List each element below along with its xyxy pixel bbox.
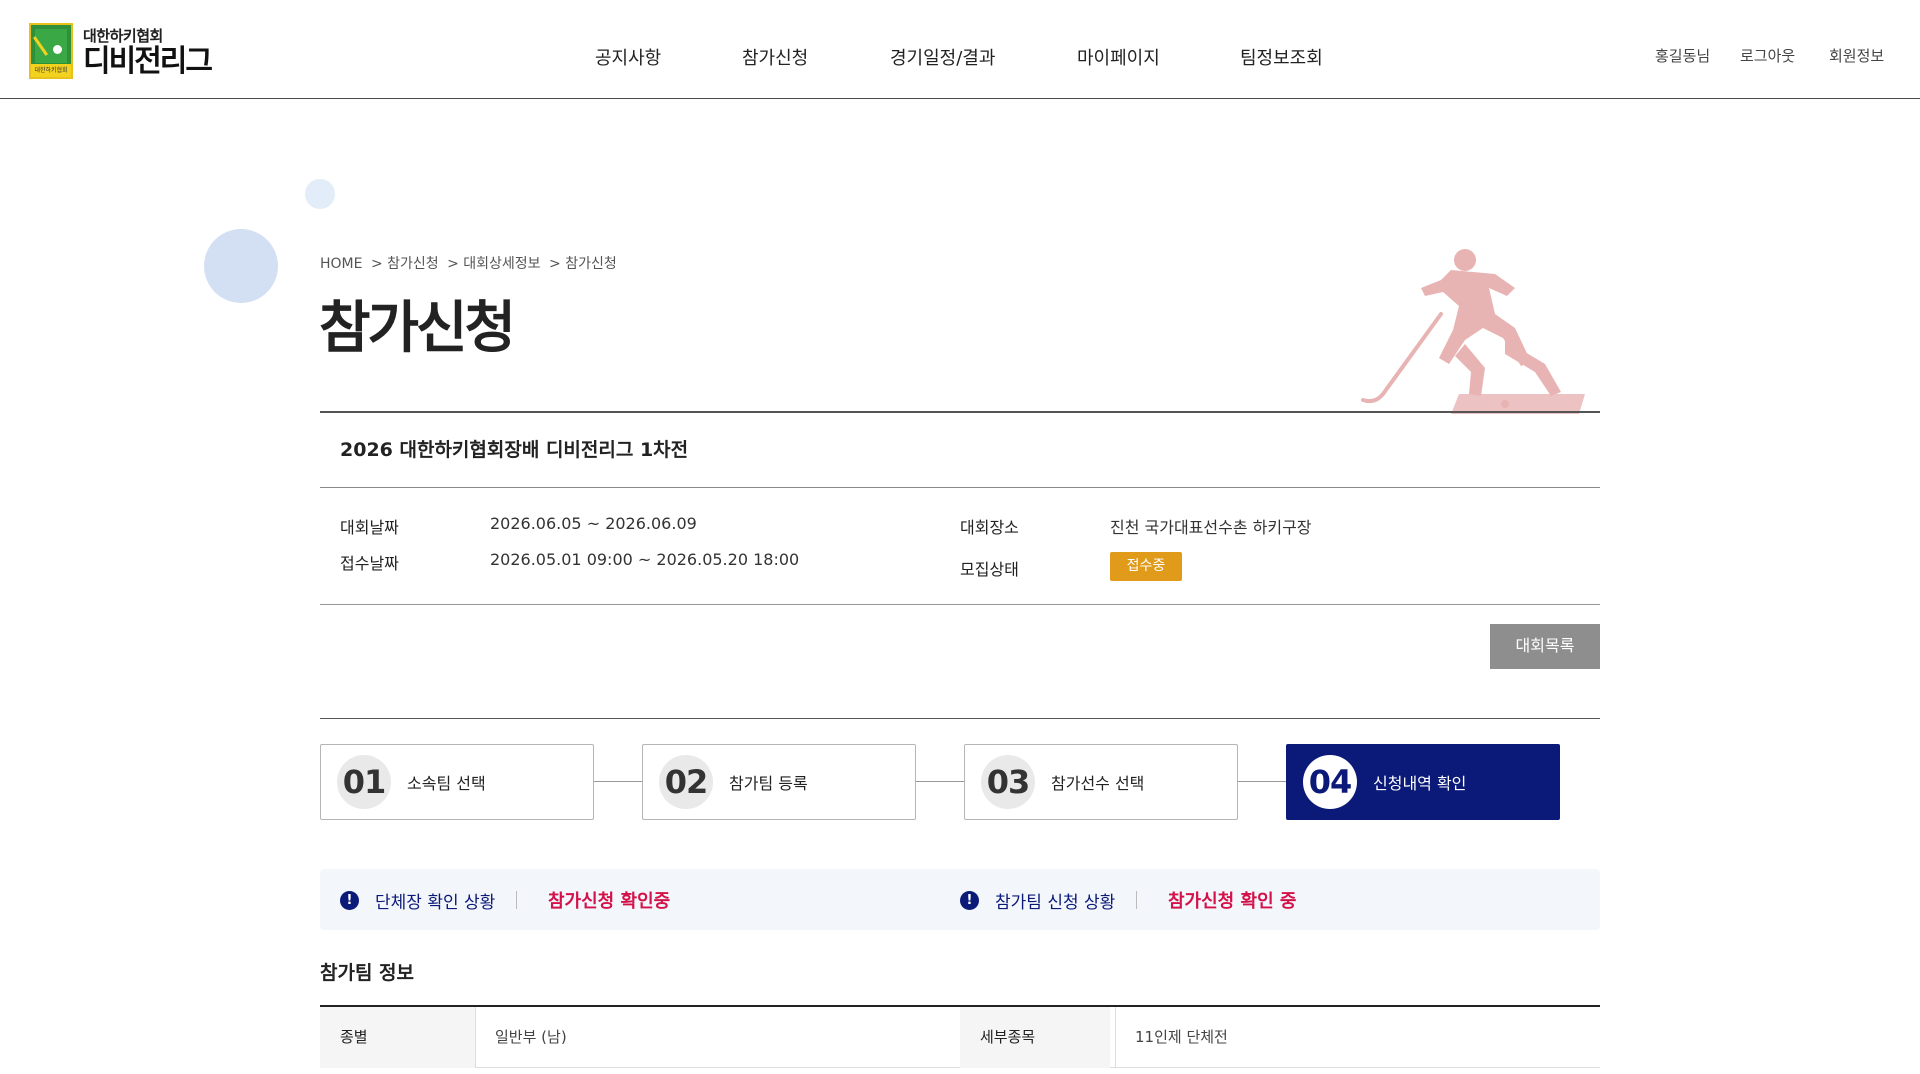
section-divider <box>320 718 1600 719</box>
status-label: 모집상태 <box>960 560 1019 579</box>
step-2-register-team[interactable]: 02 참가팀 등록 <box>642 744 916 820</box>
event-label: 세부종목 <box>960 1007 1110 1068</box>
team-info-table: 종별 일반부 (남) 세부종목 11인제 단체전 <box>320 1005 1600 1068</box>
site-logo[interactable]: 대한하키협회 대한하키협회 디비전리그 <box>29 23 213 79</box>
hockey-player-illustration <box>1361 249 1585 414</box>
step-number: 03 <box>981 755 1035 809</box>
venue-value: 진천 국가대표선수촌 하키구장 <box>1110 518 1312 537</box>
reg-label: 접수날짜 <box>340 554 399 573</box>
team-status-value: 참가신청 확인 중 <box>1168 891 1297 912</box>
competition-title: 2026 대한하키협회장배 디비전리그 1차전 <box>320 413 1600 488</box>
breadcrumb-apply[interactable]: > 참가신청 <box>371 256 439 272</box>
nav-apply[interactable]: 참가신청 <box>742 44 808 70</box>
page-title: 참가신청 <box>319 296 516 361</box>
competition-info: 2026 대한하키협회장배 디비전리그 1차전 대회날짜 2026.06.05 … <box>320 411 1600 605</box>
logo-subtitle: 대한하키협회 <box>83 26 163 45</box>
breadcrumb-detail[interactable]: > 대회상세정보 <box>447 256 540 272</box>
event-value: 11인제 단체전 <box>1135 1028 1228 1046</box>
step-label: 참가팀 등록 <box>729 774 808 793</box>
decor-circle-large <box>204 229 278 303</box>
division-value: 일반부 (남) <box>495 1028 567 1046</box>
table-row: 종별 일반부 (남) 세부종목 11인제 단체전 <box>320 1007 1600 1068</box>
competition-details: 대회날짜 2026.06.05 ~ 2026.06.09 접수날짜 2026.0… <box>320 488 1600 605</box>
user-name[interactable]: 홍길동님 <box>1655 45 1710 66</box>
status-badge: 접수중 <box>1110 552 1182 581</box>
date-label: 대회날짜 <box>340 518 399 537</box>
reg-value: 2026.05.01 09:00 ~ 2026.05.20 18:00 <box>490 550 800 569</box>
breadcrumb-home[interactable]: HOME <box>320 256 362 272</box>
breadcrumb-current: > 참가신청 <box>549 256 617 272</box>
step-progress: 01 소속팀 선택 02 참가팀 등록 03 참가선수 선택 04 신청내역 확… <box>320 744 1600 820</box>
breadcrumb: HOME > 참가신청 > 대회상세정보 > 참가신청 <box>320 253 621 273</box>
step-1-select-team[interactable]: 01 소속팀 선택 <box>320 744 594 820</box>
site-header: 대한하키협회 대한하키협회 디비전리그 공지사항 참가신청 경기일정/결과 마이… <box>0 0 1920 99</box>
application-status: ! 단체장 확인 상황 참가신청 확인중 ! 참가팀 신청 상황 참가신청 확인… <box>320 869 1600 930</box>
division-label: 종별 <box>320 1007 475 1068</box>
step-number: 01 <box>337 755 391 809</box>
step-number: 04 <box>1303 755 1357 809</box>
venue-label: 대회장소 <box>960 518 1019 537</box>
nav-notice[interactable]: 공지사항 <box>595 44 661 70</box>
nav-team-info[interactable]: 팀정보조회 <box>1240 44 1323 70</box>
logo-mark-icon: 대한하키협회 <box>29 23 73 79</box>
step-number: 02 <box>659 755 713 809</box>
logout-link[interactable]: 로그아웃 <box>1740 45 1795 66</box>
org-status-label: 단체장 확인 상황 <box>375 893 496 913</box>
step-3-select-players[interactable]: 03 참가선수 선택 <box>964 744 1238 820</box>
nav-schedule-results[interactable]: 경기일정/결과 <box>890 44 995 70</box>
competition-list-button[interactable]: 대회목록 <box>1490 624 1600 669</box>
logo-title: 디비전리그 <box>83 43 213 79</box>
team-info-title: 참가팀 정보 <box>320 962 415 984</box>
date-value: 2026.06.05 ~ 2026.06.09 <box>490 514 697 533</box>
member-info-link[interactable]: 회원정보 <box>1829 45 1884 66</box>
exclamation-circle-icon: ! <box>960 891 979 910</box>
exclamation-circle-icon: ! <box>340 891 359 910</box>
decor-circle-small <box>305 179 335 209</box>
org-status-value: 참가신청 확인중 <box>548 891 671 912</box>
team-status-label: 참가팀 신청 상황 <box>995 893 1116 913</box>
step-label: 참가선수 선택 <box>1051 774 1145 793</box>
step-label: 신청내역 확인 <box>1373 774 1467 793</box>
step-label: 소속팀 선택 <box>407 774 486 793</box>
step-4-confirm[interactable]: 04 신청내역 확인 <box>1286 744 1560 820</box>
nav-mypage[interactable]: 마이페이지 <box>1077 44 1160 70</box>
logo-badge-text: 대한하키협회 <box>31 64 71 77</box>
